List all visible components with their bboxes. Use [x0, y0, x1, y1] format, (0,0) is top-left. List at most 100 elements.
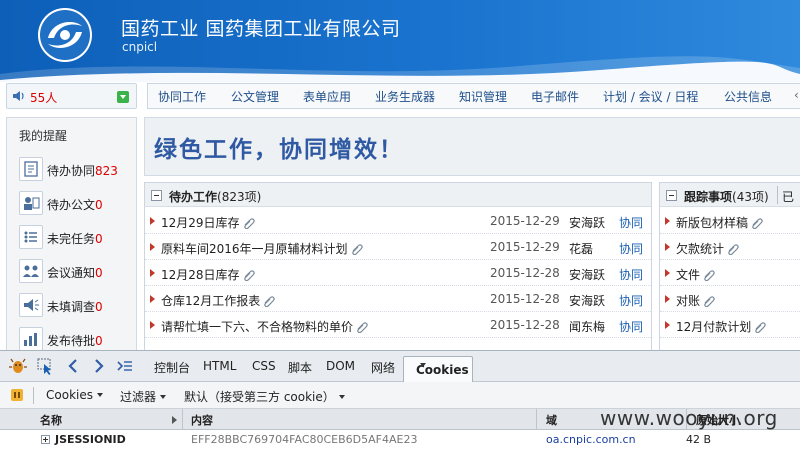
attachment-icon [752, 218, 763, 229]
tracking-subject[interactable]: 12月付款计划 [676, 318, 767, 335]
pending-type[interactable]: 协同 [619, 318, 643, 335]
menu-collaboration[interactable]: 协同工作 [158, 88, 206, 105]
tracking-row[interactable]: 新版包材样稿 [660, 208, 800, 234]
tracking-subject[interactable]: 新版包材样稿 [676, 214, 764, 231]
todo-collab-icon [19, 157, 43, 181]
collapse-icon[interactable] [666, 190, 677, 201]
tab-dom[interactable]: DOM [326, 359, 355, 373]
pending-panel-title[interactable]: 待办工作(823项) [169, 188, 261, 205]
online-users-box[interactable]: 55人 [6, 83, 137, 109]
tab-done[interactable]: 已 [782, 188, 794, 205]
tab-html[interactable]: HTML [203, 359, 236, 373]
menu-knowledge-management[interactable]: 知识管理 [459, 88, 507, 105]
sidebar-item-survey[interactable]: 未填调查0 [19, 292, 137, 318]
tracking-panel-title[interactable]: 跟踪事项(43项) [684, 188, 769, 205]
pending-subject[interactable]: 12月28日库存 [161, 266, 256, 283]
sidebar-item-unfinished-task[interactable]: 未完任务0 [19, 224, 137, 250]
chevron-down-icon [96, 393, 103, 397]
column-name[interactable]: 名称 [40, 412, 62, 428]
tracking-subject[interactable]: 欠款统计 [676, 240, 740, 257]
sidebar-item-count: 0 [95, 198, 103, 212]
menu-public-info[interactable]: 公共信息 [724, 88, 772, 105]
sidebar-item-label: 待办协同823 [47, 164, 118, 178]
sidebar-item-label: 会议通知0 [47, 266, 103, 280]
filter-menu[interactable]: 过滤器 [120, 388, 167, 405]
pending-subject[interactable]: 仓库12月工作报表 [161, 292, 276, 309]
header-wave-decoration [0, 56, 800, 82]
sidebar-item-count: 823 [95, 164, 118, 178]
publish-approval-icon [19, 327, 43, 351]
pending-row[interactable]: 原料车间2016年一月原辅材料计划 2015-12-29 花磊 协同 [145, 234, 651, 260]
tracking-row[interactable]: 对账 [660, 286, 800, 312]
menu-email[interactable]: 电子邮件 [531, 88, 579, 105]
column-divider [182, 409, 183, 430]
menu-more-chevron-icon[interactable]: ‹ [794, 88, 799, 102]
sidebar-title: 我的提醒 [19, 129, 68, 143]
collapse-icon[interactable] [151, 190, 162, 201]
pause-icon[interactable] [9, 387, 25, 403]
pending-type[interactable]: 协同 [619, 214, 643, 231]
pending-row[interactable]: 仓库12月工作报表 2015-12-28 安海跃 协同 [145, 286, 651, 312]
tab-css[interactable]: CSS [252, 359, 276, 373]
expand-icon[interactable] [41, 435, 50, 444]
pending-row[interactable]: 请帮忙填一下六、不合格物料的单价 2015-12-28 闻东梅 协同 [145, 312, 651, 338]
unfinished-task-icon [19, 225, 43, 249]
sidebar-item-meeting-notice[interactable]: 会议通知0 [19, 258, 137, 284]
third-party-cookie-menu[interactable]: 默认（接受第三方 cookie） [184, 388, 345, 405]
pending-type[interactable]: 协同 [619, 292, 643, 309]
back-arrow-icon[interactable] [64, 357, 82, 375]
tracking-row[interactable]: 欠款统计 [660, 234, 800, 260]
menu-business-generator[interactable]: 业务生成器 [375, 88, 435, 105]
forward-arrow-icon[interactable] [90, 357, 108, 375]
pending-row[interactable]: 12月29日库存 2015-12-29 安海跃 协同 [145, 208, 651, 234]
bullet-arrow-icon [665, 243, 670, 251]
todo-document-icon [19, 191, 43, 215]
pending-type[interactable]: 协同 [619, 240, 643, 257]
sidebar-item-label: 待办公文0 [47, 198, 103, 212]
sidebar-item-todo-collab[interactable]: 待办协同823 [19, 156, 137, 182]
toolbar-divider [33, 387, 34, 404]
devtools-tabbar: 控制台 HTML CSS 脚本 DOM 网络 Cookies [0, 351, 800, 383]
menu-form-application[interactable]: 表单应用 [303, 88, 351, 105]
pending-date: 2015-12-28 [490, 266, 560, 280]
attachment-icon [728, 244, 739, 255]
tab-script[interactable]: 脚本 [288, 359, 312, 376]
tracking-row[interactable]: 12月付款计划 [660, 312, 800, 338]
inspect-element-icon[interactable] [36, 357, 54, 375]
bullet-arrow-icon [150, 217, 155, 225]
sidebar-item-label: 未填调查0 [47, 300, 103, 314]
pending-subject[interactable]: 原料车间2016年一月原辅材料计划 [161, 240, 364, 257]
tracking-subject[interactable]: 文件 [676, 266, 716, 283]
pending-work-panel: 待办工作(823项) 12月29日库存 2015-12-29 安海跃 协同 原料车间20… [144, 182, 652, 357]
pending-row[interactable]: 12月28日库存 2015-12-28 安海跃 协同 [145, 260, 651, 286]
sidebar-item-publish-approval[interactable]: 发布待批0 [19, 326, 137, 352]
tab-cookies[interactable]: Cookies [403, 356, 473, 383]
survey-icon [19, 293, 43, 317]
firebug-icon[interactable] [9, 357, 27, 375]
command-line-icon[interactable] [116, 357, 134, 375]
column-content[interactable]: 内容 [191, 412, 213, 428]
column-divider [536, 409, 537, 430]
devtools-panel: 控制台 HTML CSS 脚本 DOM 网络 Cookies Cookies 过… [0, 350, 800, 449]
sidebar-item-label: 发布待批0 [47, 334, 103, 348]
tab-console[interactable]: 控制台 [154, 359, 190, 376]
tracking-subject[interactable]: 对账 [676, 292, 716, 309]
sidebar-item-todo-document[interactable]: 待办公文0 [19, 190, 137, 216]
pending-type[interactable]: 协同 [619, 266, 643, 283]
pending-subject[interactable]: 12月29日库存 [161, 214, 256, 231]
menu-plan-meeting-schedule[interactable]: 计划 / 会议 / 日程 [603, 88, 698, 105]
tab-network[interactable]: 网络 [371, 359, 395, 376]
column-domain[interactable]: 域 [546, 412, 557, 428]
cookies-menu[interactable]: Cookies [46, 388, 103, 402]
cookie-row[interactable]: JSESSIONID EFF28BBC769704FAC80CEB6D5AF4A… [0, 430, 800, 449]
pending-subject[interactable]: 请帮忙填一下六、不合格物料的单价 [161, 318, 369, 335]
devtools-toolbar: Cookies 过滤器 默认（接受第三方 cookie） [0, 382, 800, 409]
company-subtitle: cnpicl [122, 40, 158, 54]
tracking-row[interactable]: 文件 [660, 260, 800, 286]
menu-document-management[interactable]: 公文管理 [231, 88, 279, 105]
pending-sender: 安海跃 [569, 268, 606, 282]
online-dropdown-icon[interactable] [117, 91, 129, 103]
attachment-icon [264, 296, 276, 307]
sidebar-item-label: 未完任务0 [47, 232, 103, 246]
attachment-icon [243, 218, 255, 229]
